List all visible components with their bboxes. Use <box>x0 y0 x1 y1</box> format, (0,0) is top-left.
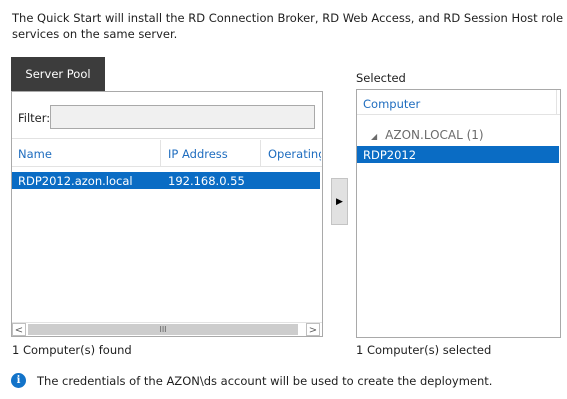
selected-label: Selected <box>356 71 406 85</box>
filter-label: Filter: <box>18 111 51 125</box>
computers-found-status: 1 Computer(s) found <box>12 343 132 357</box>
table-row[interactable]: RDP2012.azon.local 192.168.0.55 <box>12 172 320 189</box>
right-arrow-icon: ▶ <box>336 196 343 207</box>
column-header-computer[interactable]: Computer <box>363 97 420 111</box>
intro-text: The Quick Start will install the RD Conn… <box>12 11 564 41</box>
selected-panel <box>356 89 561 338</box>
info-icon: i <box>11 373 26 388</box>
column-separator[interactable] <box>160 140 161 166</box>
scrollbar-thumb[interactable]: III <box>28 324 298 335</box>
filter-divider <box>12 138 322 139</box>
column-separator[interactable] <box>556 90 557 114</box>
computers-selected-status: 1 Computer(s) selected <box>356 343 492 357</box>
group-header[interactable]: ◢ AZON.LOCAL (1) <box>371 128 484 142</box>
header-divider <box>357 114 560 115</box>
group-label: AZON.LOCAL (1) <box>385 128 484 142</box>
expand-triangle-icon[interactable]: ◢ <box>371 132 377 141</box>
scroll-left-icon[interactable]: < <box>12 323 26 336</box>
filter-input[interactable] <box>50 105 315 129</box>
server-ip-cell: 192.168.0.55 <box>168 174 245 188</box>
column-separator[interactable] <box>260 140 261 166</box>
list-item[interactable]: RDP2012 <box>357 146 559 163</box>
info-message: The credentials of the AZON\ds account w… <box>37 374 493 388</box>
scroll-right-icon[interactable]: > <box>306 323 320 336</box>
tab-server-pool[interactable]: Server Pool <box>11 57 105 91</box>
horizontal-scrollbar[interactable]: < III > <box>12 322 322 336</box>
header-divider <box>12 166 322 167</box>
server-name-cell: RDP2012.azon.local <box>18 174 133 188</box>
add-to-selected-button[interactable]: ▶ <box>331 178 348 225</box>
selected-computer-name: RDP2012 <box>363 148 417 162</box>
column-header-ip-address[interactable]: IP Address <box>168 147 228 161</box>
column-header-name[interactable]: Name <box>18 147 52 161</box>
column-header-operating-system[interactable]: Operating <box>268 147 321 161</box>
